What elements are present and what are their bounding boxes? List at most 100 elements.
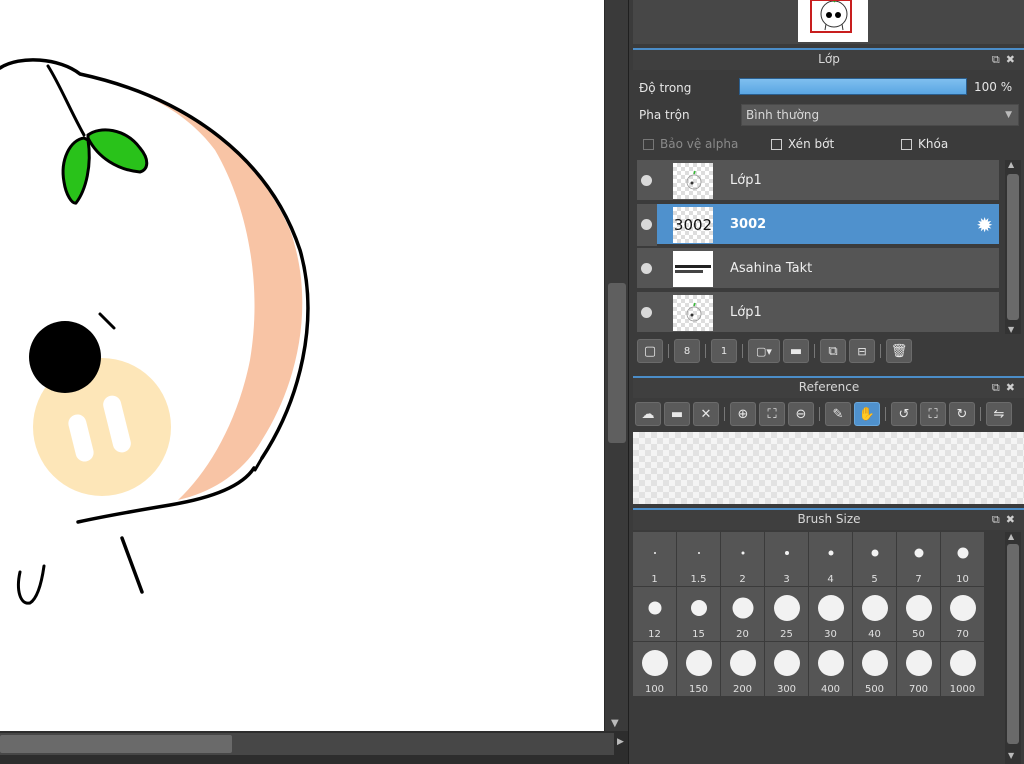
brush-scroll-thumb[interactable] bbox=[1007, 544, 1019, 744]
merge-down-button[interactable]: ⊟ bbox=[849, 339, 875, 363]
layer-name: Lớp1 bbox=[730, 305, 762, 320]
brush-size-label: 30 bbox=[824, 629, 837, 640]
open-cloud-button[interactable]: ☁ bbox=[635, 402, 661, 426]
eyedropper-icon: ✎ bbox=[832, 406, 844, 422]
brush-size-cell[interactable]: 20 bbox=[721, 587, 764, 641]
brush-size-cell[interactable]: 30 bbox=[809, 587, 852, 641]
brush-size-cell[interactable]: 25 bbox=[765, 587, 808, 641]
brush-dot-icon bbox=[949, 595, 976, 621]
brush-size-cell[interactable]: 300 bbox=[765, 642, 808, 696]
hand-tool-button[interactable]: ✋ bbox=[854, 402, 880, 426]
rotate-right-button[interactable]: ↻ bbox=[949, 402, 975, 426]
scroll-up-arrow-icon[interactable]: ▲ bbox=[1008, 160, 1014, 169]
leaf-right bbox=[86, 128, 149, 174]
brush-size-cell[interactable]: 1.5 bbox=[677, 532, 720, 586]
brush-dot-icon bbox=[690, 600, 707, 616]
layer-settings-gear-icon[interactable]: ✹ bbox=[976, 213, 993, 237]
horizontal-scroll-thumb[interactable] bbox=[0, 735, 232, 753]
visibility-icon[interactable] bbox=[641, 307, 652, 318]
reference-preview-area[interactable] bbox=[633, 432, 1024, 504]
brush-size-cell[interactable]: 10 bbox=[941, 532, 984, 586]
visibility-icon[interactable] bbox=[641, 175, 652, 186]
open-folder-button[interactable]: ▬ bbox=[664, 402, 690, 426]
protect-alpha-checkbox[interactable]: Bảo vệ alpha bbox=[643, 137, 738, 151]
close-reference-button[interactable]: ✕ bbox=[693, 402, 719, 426]
brush-size-cell[interactable]: 400 bbox=[809, 642, 852, 696]
brush-size-cell[interactable]: 12 bbox=[633, 587, 676, 641]
brush-size-cell[interactable]: 200 bbox=[721, 642, 764, 696]
undock-icon[interactable]: ⧉ bbox=[992, 53, 1006, 66]
brush-size-cell[interactable]: 100 bbox=[633, 642, 676, 696]
layer-row[interactable]: Asahina Takt bbox=[637, 248, 999, 290]
blend-mode-select[interactable]: Bình thường ▼ bbox=[741, 104, 1019, 126]
scroll-up-arrow-icon[interactable]: ▲ bbox=[1008, 532, 1014, 541]
brush-dot-icon bbox=[957, 547, 968, 559]
new-8bit-layer-button[interactable]: 8 bbox=[674, 339, 700, 363]
brush-size-cell[interactable]: 2 bbox=[721, 532, 764, 586]
brush-size-cell[interactable]: 1000 bbox=[941, 642, 984, 696]
brush-size-cell[interactable]: 15 bbox=[677, 587, 720, 641]
new-folder-button[interactable]: ▬ bbox=[783, 339, 809, 363]
close-icon[interactable]: ✖ bbox=[1006, 53, 1021, 66]
visibility-icon[interactable] bbox=[641, 263, 652, 274]
canvas-horizontal-scrollbar[interactable]: ▶ bbox=[0, 731, 628, 764]
brush-size-scrollbar[interactable]: ▲ ▼ bbox=[1005, 532, 1021, 764]
brush-dot-icon bbox=[648, 601, 661, 615]
new-layer-button[interactable]: ▢ bbox=[637, 339, 663, 363]
scroll-down-arrow-icon[interactable]: ▼ bbox=[611, 718, 619, 729]
rotate-left-button[interactable]: ↺ bbox=[891, 402, 917, 426]
visibility-icon[interactable] bbox=[641, 219, 652, 230]
fit-button[interactable]: ⛶ bbox=[759, 402, 785, 426]
brush-size-cell[interactable]: 7 bbox=[897, 532, 940, 586]
clipping-checkbox[interactable]: Xén bớt bbox=[771, 137, 834, 151]
chevron-down-icon: ▼ bbox=[1005, 110, 1012, 120]
brush-size-label: 1000 bbox=[949, 684, 976, 695]
brush-dot-icon bbox=[861, 595, 888, 621]
scroll-right-arrow-icon[interactable]: ▶ bbox=[617, 737, 624, 747]
merge-down-icon: ⊟ bbox=[857, 344, 867, 358]
eyedropper-button[interactable]: ✎ bbox=[825, 402, 851, 426]
layer-row[interactable]: Lớp1 bbox=[637, 292, 999, 334]
navigator-view-frame[interactable] bbox=[810, 0, 852, 33]
drawing-canvas[interactable] bbox=[0, 0, 604, 731]
brush-size-label: 150 bbox=[688, 684, 709, 695]
brush-size-label: 1.5 bbox=[690, 574, 707, 585]
brush-size-cell[interactable]: 3 bbox=[765, 532, 808, 586]
brush-size-cell[interactable]: 5 bbox=[853, 532, 896, 586]
scroll-down-arrow-icon[interactable]: ▼ bbox=[1008, 325, 1014, 334]
brush-size-cell[interactable]: 50 bbox=[897, 587, 940, 641]
duplicate-layer-button[interactable]: ⧉ bbox=[820, 339, 846, 363]
brush-size-cell[interactable]: 500 bbox=[853, 642, 896, 696]
checkbox-box bbox=[643, 138, 654, 150]
brush-size-cell[interactable]: 150 bbox=[677, 642, 720, 696]
layer-row[interactable]: Lớp1 bbox=[637, 160, 999, 202]
scroll-down-arrow-icon[interactable]: ▼ bbox=[1008, 751, 1014, 760]
flip-button[interactable]: ⇋ bbox=[986, 402, 1012, 426]
brush-size-label: 100 bbox=[644, 684, 665, 695]
brush-dot-icon bbox=[773, 595, 800, 621]
brush-dot-icon bbox=[732, 597, 753, 619]
navigator-thumbnail[interactable] bbox=[798, 0, 868, 42]
cloud-icon: ☁ bbox=[641, 406, 655, 422]
new-1bit-layer-button[interactable]: 1 bbox=[711, 339, 737, 363]
brush-size-cell[interactable]: 4 bbox=[809, 532, 852, 586]
layer-scroll-thumb[interactable] bbox=[1007, 174, 1019, 320]
add-layer-menu-button[interactable]: ▢▾ bbox=[748, 339, 780, 363]
brush-dot-icon bbox=[641, 650, 668, 676]
brush-size-cell[interactable]: 700 bbox=[897, 642, 940, 696]
delete-layer-button[interactable]: 🗑 bbox=[886, 339, 912, 363]
layer-row-selected[interactable]: 3002 3002 ✹ bbox=[637, 204, 999, 246]
brush-size-cell[interactable]: 70 bbox=[941, 587, 984, 641]
zoom-out-button[interactable]: ⊖ bbox=[788, 402, 814, 426]
canvas-artwork bbox=[0, 58, 310, 605]
vertical-scroll-thumb[interactable] bbox=[608, 283, 626, 443]
zoom-in-button[interactable]: ⊕ bbox=[730, 402, 756, 426]
opacity-slider[interactable] bbox=[739, 78, 967, 95]
canvas-vertical-scrollbar[interactable]: ▼ bbox=[604, 0, 628, 731]
lock-checkbox[interactable]: Khóa bbox=[901, 137, 948, 151]
brush-size-cell[interactable]: 40 bbox=[853, 587, 896, 641]
fullscreen-button[interactable]: ⛶ bbox=[920, 402, 946, 426]
leg-right bbox=[120, 536, 144, 594]
layer-list-scrollbar[interactable]: ▲ ▼ bbox=[1005, 160, 1021, 334]
brush-size-cell[interactable]: 1 bbox=[633, 532, 676, 586]
